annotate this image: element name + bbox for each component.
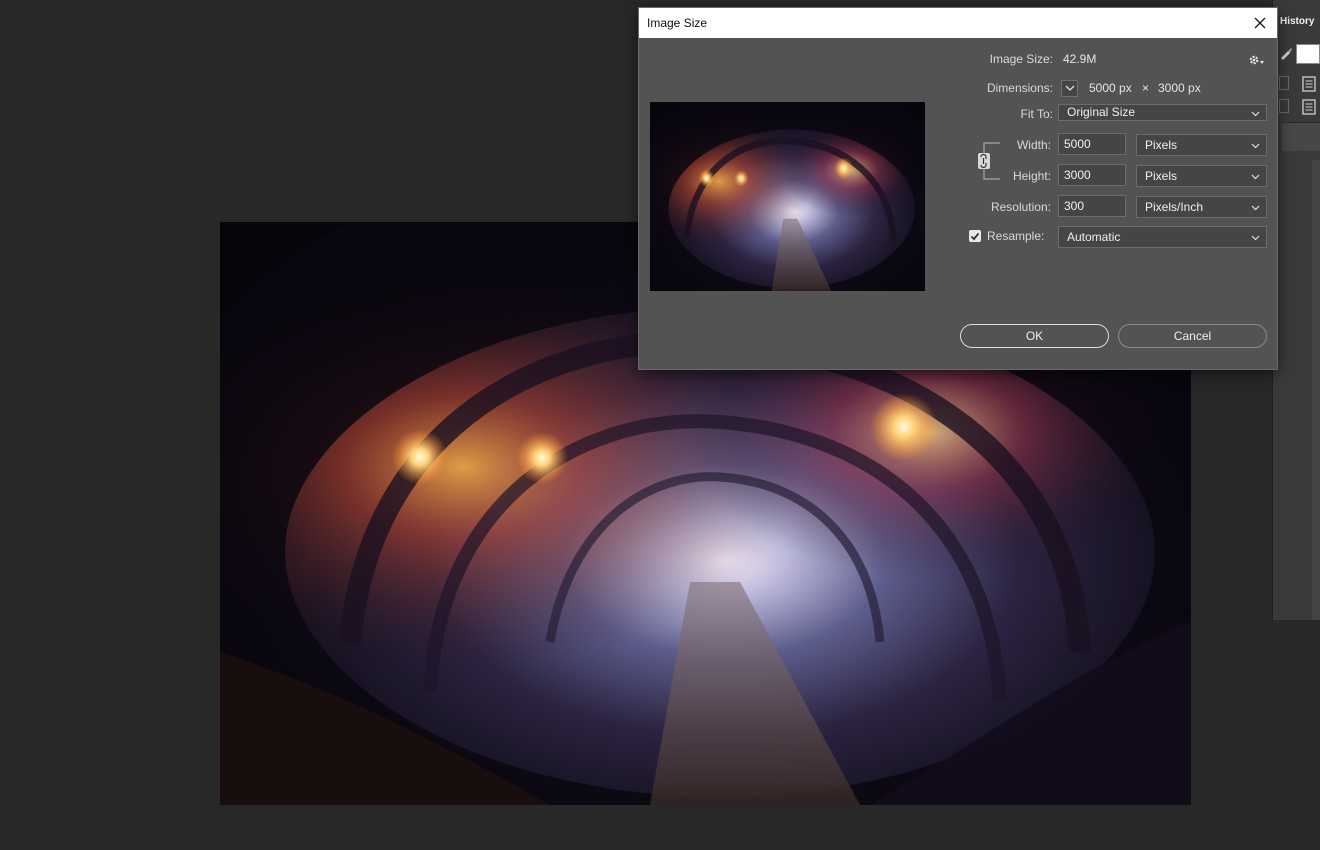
chevron-down-icon (1251, 235, 1260, 241)
chevron-down-icon (1251, 205, 1260, 211)
ok-button[interactable]: OK (960, 324, 1109, 348)
history-snapshot-thumbnail[interactable] (1296, 44, 1320, 64)
close-button[interactable] (1249, 12, 1271, 34)
panel-scrollbar[interactable] (1312, 160, 1320, 620)
resolution-label: Resolution: (990, 200, 1051, 214)
image-size-label: Image Size: (989, 52, 1053, 66)
chevron-down-icon (1251, 143, 1260, 149)
height-input[interactable] (1058, 164, 1126, 186)
document-icon (1302, 99, 1316, 115)
width-unit-select[interactable]: Pixels (1136, 134, 1267, 156)
height-unit-select[interactable]: Pixels (1136, 165, 1267, 187)
checkmark-icon (970, 232, 980, 240)
dimensions-separator: × (1142, 81, 1150, 95)
width-input[interactable] (1058, 133, 1126, 155)
dialog-titlebar[interactable]: Image Size (639, 8, 1277, 38)
resolution-input[interactable] (1058, 195, 1126, 217)
width-unit-value: Pixels (1145, 138, 1178, 152)
gear-icon[interactable] (1248, 53, 1266, 67)
height-unit-value: Pixels (1145, 169, 1178, 183)
dimensions-label: Dimensions: (986, 81, 1053, 95)
dialog-title: Image Size (647, 16, 708, 30)
dimensions-width-value: 5000 px (1089, 81, 1132, 95)
tab-history[interactable]: History (1276, 8, 1320, 36)
image-size-dialog: Image Size Image Size: 42.9M Dimensions:… (638, 7, 1278, 370)
fit-to-select[interactable]: Original Size (1058, 104, 1267, 121)
brush-icon[interactable] (1279, 46, 1293, 60)
chevron-down-icon (1251, 111, 1260, 117)
dimensions-height-value: 3000 px (1158, 81, 1201, 95)
history-row-checkbox[interactable] (1279, 76, 1289, 90)
resample-select[interactable]: Automatic (1058, 226, 1267, 248)
width-label: Width: (1016, 138, 1051, 152)
fit-to-value: Original Size (1067, 105, 1136, 119)
resolution-unit-value: Pixels/Inch (1145, 200, 1204, 214)
dimensions-toggle[interactable] (1061, 80, 1078, 97)
history-row-checkbox[interactable] (1279, 99, 1289, 113)
resample-label: Resample: (987, 229, 1045, 243)
close-icon (1254, 17, 1266, 29)
resample-value: Automatic (1067, 230, 1121, 244)
panel-footer-bar (1282, 122, 1320, 151)
image-size-value: 42.9M (1063, 52, 1097, 66)
chevron-down-icon (1251, 174, 1260, 180)
fit-to-label: Fit To: (1020, 107, 1053, 121)
height-label: Height: (1012, 169, 1051, 183)
chevron-down-icon (1065, 85, 1074, 91)
document-icon (1302, 76, 1316, 92)
cancel-button[interactable]: Cancel (1118, 324, 1267, 348)
image-preview[interactable] (650, 102, 925, 291)
resolution-unit-select[interactable]: Pixels/Inch (1136, 196, 1267, 218)
resample-checkbox[interactable] (969, 230, 981, 242)
